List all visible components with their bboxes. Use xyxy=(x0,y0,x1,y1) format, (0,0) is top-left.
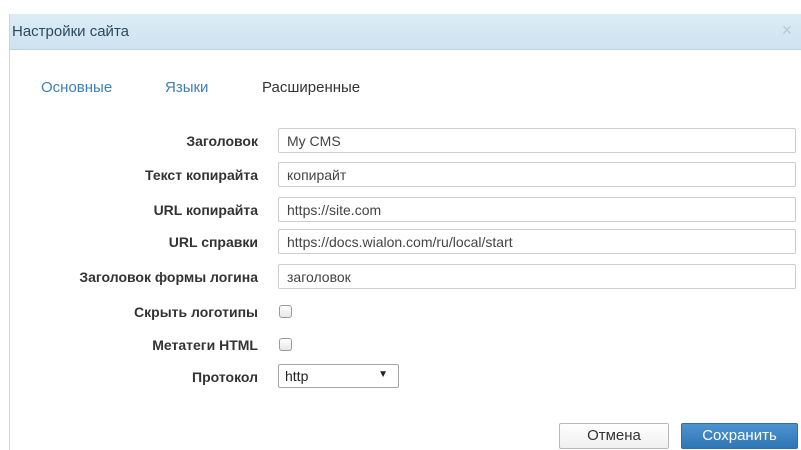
close-icon[interactable]: × xyxy=(779,21,795,39)
hide-logos-label: Скрыть логотипы xyxy=(134,304,258,320)
dialog-title: Настройки сайта xyxy=(12,23,129,40)
copyright-text-input[interactable] xyxy=(278,162,796,187)
chevron-down-icon: ▼ xyxy=(378,369,388,380)
protocol-label: Протокол xyxy=(192,369,258,385)
protocol-selected-value: http xyxy=(285,368,309,384)
login-form-title-input[interactable] xyxy=(278,264,796,289)
login-form-title-label: Заголовок формы логина xyxy=(79,269,258,285)
tab-general[interactable]: Основные xyxy=(41,79,112,96)
help-url-label: URL справки xyxy=(168,234,258,250)
title-input[interactable] xyxy=(278,128,796,153)
title-label: Заголовок xyxy=(186,133,258,149)
form-row-protocol: Протокол http ▼ xyxy=(0,364,801,390)
protocol-select[interactable]: http ▼ xyxy=(278,364,399,388)
dialog-header: Настройки сайта × xyxy=(10,14,801,50)
help-url-input[interactable] xyxy=(278,229,796,254)
cancel-button[interactable]: Отмена xyxy=(559,423,669,449)
html-metatags-label: Метатеги HTML xyxy=(152,337,258,353)
form-row-login-form-title: Заголовок формы логина xyxy=(0,264,801,290)
form-row-help-url: URL справки xyxy=(0,229,801,255)
copyright-url-label: URL копирайта xyxy=(153,202,258,218)
copyright-url-input[interactable] xyxy=(278,197,796,222)
form-row-copyright-text: Текст копирайта xyxy=(0,162,801,188)
form-row-title: Заголовок xyxy=(0,128,801,154)
form-row-copyright-url: URL копирайта xyxy=(0,197,801,223)
hide-logos-checkbox[interactable] xyxy=(279,305,292,318)
form-row-html-metatags: Метатеги HTML xyxy=(0,332,801,358)
save-button[interactable]: Сохранить xyxy=(681,423,798,449)
form-row-hide-logos: Скрыть логотипы xyxy=(0,299,801,325)
html-metatags-checkbox[interactable] xyxy=(279,338,292,351)
copyright-text-label: Текст копирайта xyxy=(144,167,258,183)
tab-advanced[interactable]: Расширенные xyxy=(262,79,360,96)
tab-languages[interactable]: Языки xyxy=(165,79,208,96)
